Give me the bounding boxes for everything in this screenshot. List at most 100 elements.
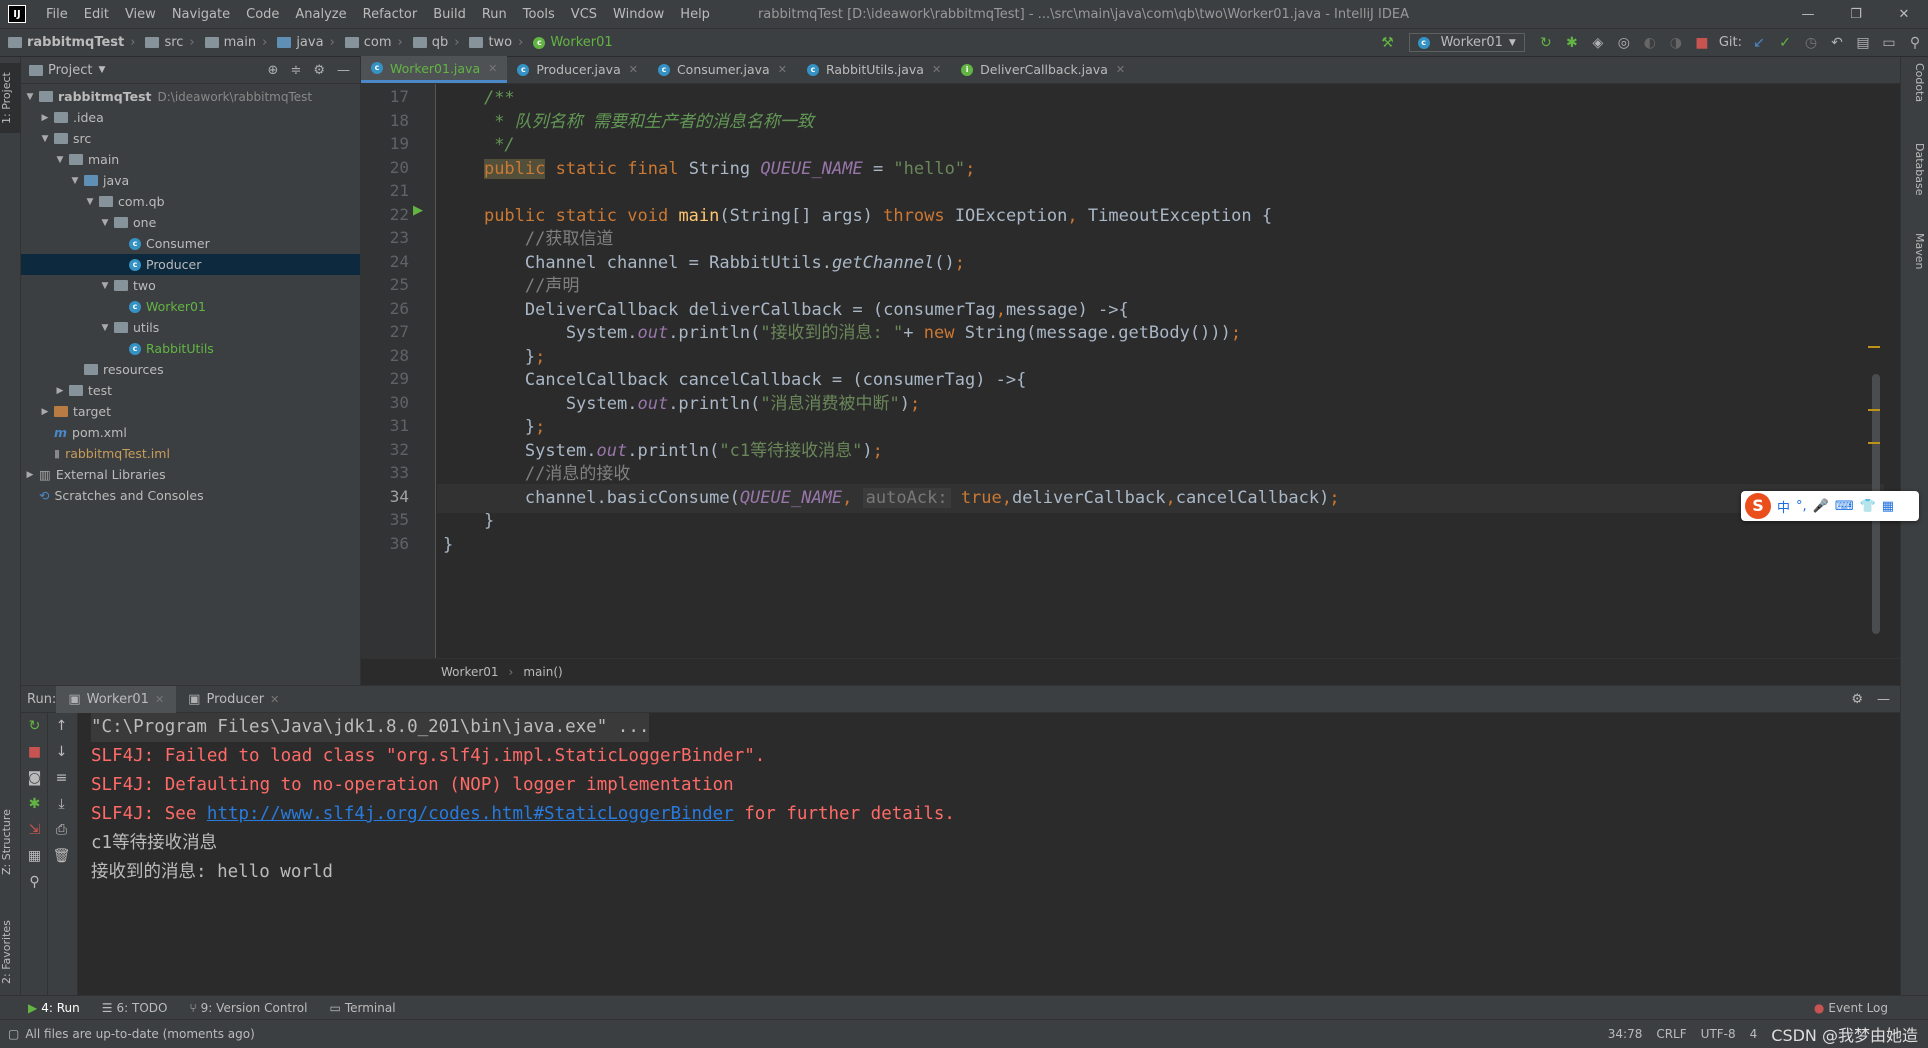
- gear-icon[interactable]: ⚙: [1851, 692, 1863, 707]
- project-structure-icon[interactable]: ▤: [1852, 32, 1874, 54]
- expand-arrow-icon[interactable]: ▼: [83, 197, 97, 207]
- debug-icon[interactable]: ✱: [1561, 32, 1583, 54]
- warning-marker[interactable]: [1868, 346, 1880, 348]
- debug-icon[interactable]: ✱: [21, 791, 48, 817]
- trash-icon[interactable]: 🗑: [48, 843, 75, 869]
- print-icon[interactable]: ⎙: [48, 817, 75, 843]
- tree-node[interactable]: ▼ main: [21, 149, 360, 170]
- stop-icon[interactable]: ■: [21, 739, 48, 765]
- close-icon[interactable]: ✕: [932, 63, 941, 76]
- menu-item-vcs[interactable]: VCS: [563, 7, 605, 22]
- expand-arrow-icon[interactable]: ▼: [23, 92, 37, 102]
- soft-wrap-icon[interactable]: ≡: [48, 765, 75, 791]
- hide-icon[interactable]: —: [1877, 692, 1890, 707]
- tree-node[interactable]: ▮ rabbitmqTest.iml: [21, 443, 360, 464]
- collapse-icon[interactable]: ≑: [290, 63, 301, 78]
- tree-node[interactable]: resources: [21, 359, 360, 380]
- expand-arrow-icon[interactable]: ▼: [68, 176, 82, 186]
- code-view[interactable]: /** * 队列名称 需要和生产者的消息名称一致 */ public stati…: [437, 84, 1884, 658]
- build-hammer-icon[interactable]: ⚒: [1377, 32, 1399, 54]
- menu-item-run[interactable]: Run: [474, 7, 515, 22]
- maven-tool-tab[interactable]: Maven: [1905, 233, 1926, 293]
- coverage-icon[interactable]: ◈: [1587, 32, 1609, 54]
- expand-arrow-icon[interactable]: ▼: [98, 323, 112, 333]
- maximize-icon[interactable]: ❐: [1832, 7, 1880, 22]
- git-rollback-icon[interactable]: ↶: [1826, 32, 1848, 54]
- tool-tab-vcs[interactable]: ⑂ 9: Version Control: [189, 1001, 307, 1015]
- close-icon[interactable]: ✕: [1880, 7, 1928, 22]
- breadcrumb-item[interactable]: java ›: [277, 35, 340, 50]
- indent-setting[interactable]: 4: [1750, 1027, 1758, 1041]
- attach-icon[interactable]: ◐: [1639, 32, 1661, 54]
- menu-item-edit[interactable]: Edit: [76, 7, 117, 22]
- search-icon[interactable]: ⚲: [1904, 32, 1926, 54]
- tree-node[interactable]: ▼ one: [21, 212, 360, 233]
- camera-icon[interactable]: ◙: [21, 765, 48, 791]
- tree-node[interactable]: ▶ .idea: [21, 107, 360, 128]
- expand-arrow-icon[interactable]: ▼: [53, 155, 67, 165]
- warning-marker[interactable]: [1868, 409, 1880, 411]
- tree-node[interactable]: c Producer: [21, 254, 360, 275]
- expand-arrow-icon[interactable]: ▶: [23, 470, 37, 480]
- menu-item-window[interactable]: Window: [605, 7, 672, 22]
- console-output[interactable]: "C:\Program Files\Java\jdk1.8.0_201\bin\…: [91, 713, 1891, 996]
- editor-tab[interactable]: i DeliverCallback.java ✕: [951, 56, 1135, 83]
- menu-item-file[interactable]: File: [38, 7, 76, 22]
- ime-skin-icon[interactable]: 👕: [1860, 499, 1876, 514]
- menu-item-code[interactable]: Code: [238, 7, 287, 22]
- presentation-icon[interactable]: ▭: [1878, 32, 1900, 54]
- tree-node[interactable]: c Worker01: [21, 296, 360, 317]
- ime-voice-icon[interactable]: 🎤: [1813, 499, 1829, 514]
- tool-tab-todo[interactable]: ☰ 6: TODO: [102, 1001, 168, 1015]
- layout-icon[interactable]: ▦: [21, 843, 48, 869]
- pin-icon[interactable]: ⚲: [21, 869, 48, 895]
- tool-tab-terminal[interactable]: ▭ Terminal: [329, 1001, 395, 1015]
- run-config-select[interactable]: c Worker01 ▼: [1408, 33, 1525, 52]
- breadcrumb-item[interactable]: main ›: [204, 35, 274, 50]
- ime-keyboard-icon[interactable]: ⌨: [1835, 499, 1854, 514]
- expand-arrow-icon[interactable]: ▶: [38, 113, 52, 123]
- expand-arrow-icon[interactable]: ▶: [38, 407, 52, 417]
- ime-chinese-mode[interactable]: 中: [1777, 497, 1790, 516]
- breadcrumb-class[interactable]: Worker01: [441, 665, 499, 679]
- close-icon[interactable]: ✕: [778, 63, 787, 76]
- breadcrumb-item[interactable]: c Worker01: [533, 35, 613, 50]
- breadcrumb-item[interactable]: rabbitmqTest ›: [8, 35, 141, 50]
- breadcrumb-item[interactable]: com ›: [344, 35, 409, 50]
- tool-tab-run[interactable]: ▶ 4: Run: [28, 1001, 80, 1015]
- breadcrumb-item[interactable]: qb ›: [412, 35, 466, 50]
- tree-node[interactable]: ▶ test: [21, 380, 360, 401]
- profile-icon[interactable]: ◎: [1613, 32, 1635, 54]
- ime-toolbox-icon[interactable]: ▦: [1882, 499, 1894, 514]
- close-icon[interactable]: ✕: [488, 62, 497, 75]
- codota-tool-tab[interactable]: Codota: [1905, 63, 1926, 133]
- pause-icon[interactable]: ◑: [1665, 32, 1687, 54]
- tree-node[interactable]: ▼ utils: [21, 317, 360, 338]
- tree-node[interactable]: ▼ java: [21, 170, 360, 191]
- menu-item-refactor[interactable]: Refactor: [355, 7, 426, 22]
- run-gutter-icon[interactable]: ▶: [413, 203, 423, 218]
- editor-tab[interactable]: c Consumer.java ✕: [648, 56, 797, 83]
- tree-node[interactable]: ▼ com.qb: [21, 191, 360, 212]
- tree-node[interactable]: ▶ ▥ External Libraries: [21, 464, 360, 485]
- locate-icon[interactable]: ⊕: [268, 63, 279, 78]
- menu-item-analyze[interactable]: Analyze: [287, 7, 354, 22]
- editor-tab[interactable]: c Producer.java ✕: [507, 56, 648, 83]
- up-arrow-icon[interactable]: ↑: [48, 713, 75, 739]
- close-icon[interactable]: ✕: [270, 693, 279, 706]
- run-tab-producer[interactable]: ▣ Producer ✕: [176, 686, 291, 713]
- tree-node[interactable]: ▼ rabbitmqTest D:\ideawork\rabbitmqTest: [21, 86, 360, 107]
- git-update-icon[interactable]: ↙: [1748, 32, 1770, 54]
- close-icon[interactable]: ✕: [155, 693, 164, 706]
- caret-position[interactable]: 34:78: [1608, 1027, 1643, 1041]
- tree-node[interactable]: ⟲ Scratches and Consoles: [21, 485, 360, 506]
- warning-marker[interactable]: [1868, 442, 1880, 444]
- menu-item-view[interactable]: View: [117, 7, 164, 22]
- rerun-icon[interactable]: ↻: [21, 713, 48, 739]
- ime-toolbar[interactable]: S 中 °, 🎤 ⌨ 👕 ▦: [1741, 491, 1919, 521]
- minimize-icon[interactable]: —: [1784, 7, 1832, 22]
- tree-node[interactable]: ▼ two: [21, 275, 360, 296]
- menu-item-build[interactable]: Build: [425, 7, 474, 22]
- close-icon[interactable]: ✕: [1116, 63, 1125, 76]
- console-link[interactable]: http://www.slf4j.org/codes.html#StaticLo…: [207, 804, 734, 824]
